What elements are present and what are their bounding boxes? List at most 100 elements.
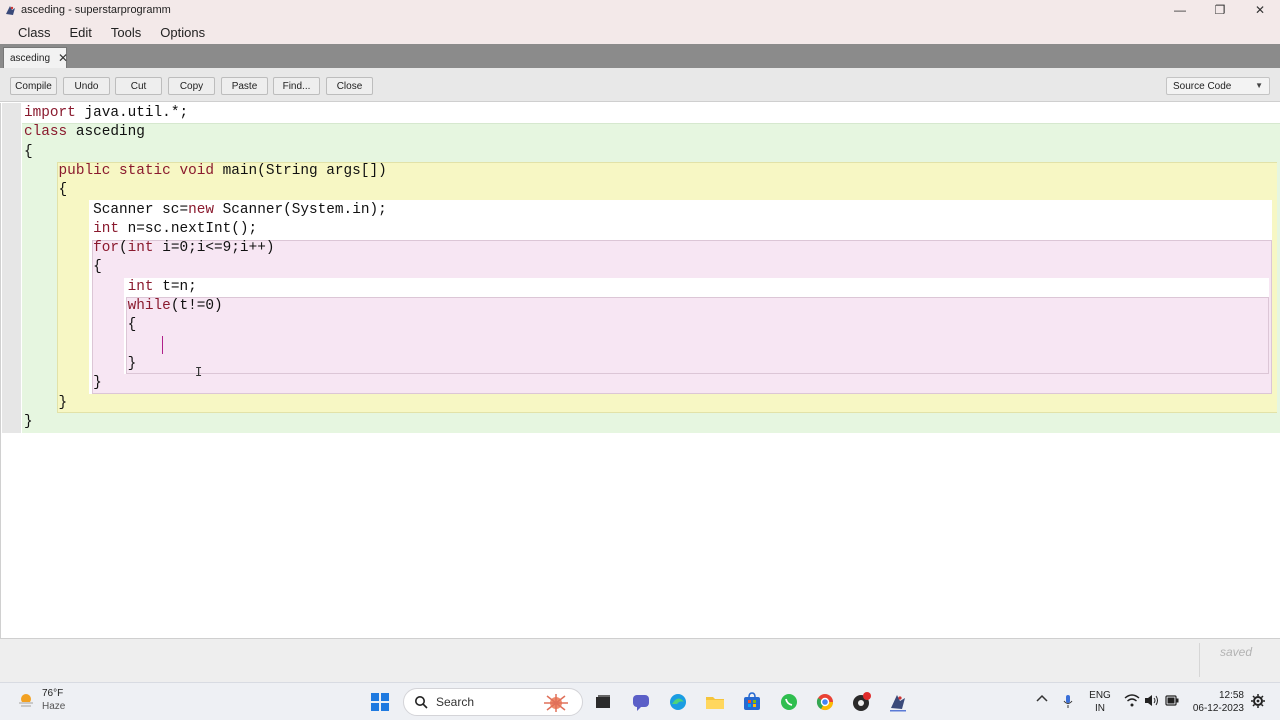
- teams-chat-icon[interactable]: [629, 690, 653, 714]
- edge-browser-icon[interactable]: [666, 690, 690, 714]
- wifi-icon[interactable]: [1124, 694, 1140, 707]
- windows-start-icon[interactable]: [368, 690, 392, 714]
- close-window-button[interactable]: ✕: [1240, 0, 1280, 20]
- code-line[interactable]: import java.util.*;: [24, 104, 188, 123]
- restore-button[interactable]: ❐: [1200, 0, 1240, 20]
- code-line[interactable]: {: [24, 316, 137, 335]
- bluej-app-icon: [3, 3, 17, 17]
- code-text: n=sc.nextInt();: [119, 220, 258, 237]
- code-line[interactable]: public static void main(String args[]): [24, 162, 387, 181]
- code-line[interactable]: {: [24, 181, 68, 200]
- code-text: i=0;i<=9;i++): [153, 240, 275, 257]
- close-button[interactable]: Close: [326, 77, 373, 95]
- code-keyword: int: [127, 240, 154, 257]
- code-text: t=n;: [153, 278, 197, 295]
- window-controls: — ❐ ✕: [1160, 0, 1280, 20]
- line-gutter[interactable]: [2, 103, 21, 433]
- lang-region: IN: [1095, 703, 1105, 714]
- find-button[interactable]: Find...: [273, 77, 320, 95]
- paste-button[interactable]: Paste: [221, 77, 268, 95]
- view-select[interactable]: Source Code ▼: [1166, 77, 1270, 95]
- tab-label: asceding: [10, 52, 51, 64]
- code-line[interactable]: }: [24, 374, 102, 393]
- undo-button[interactable]: Undo: [63, 77, 110, 95]
- code-editor[interactable]: import java.util.*; class asceding{ publi…: [0, 103, 1280, 638]
- task-view-icon[interactable]: [591, 690, 615, 714]
- code-keyword: for: [93, 240, 120, 257]
- tray-chevron-up-icon[interactable]: [1035, 694, 1049, 702]
- code-text: {: [24, 317, 137, 334]
- status-saved: saved: [1219, 645, 1252, 659]
- status-divider: [1199, 643, 1200, 677]
- weather-temp: 76°F: [42, 688, 64, 699]
- search-highlight-icon: [538, 692, 574, 717]
- code-line[interactable]: while(t!=0): [24, 297, 223, 316]
- menu-edit[interactable]: Edit: [62, 25, 100, 40]
- code-keyword: new: [188, 201, 215, 218]
- microphone-icon[interactable]: [1061, 694, 1075, 709]
- code-line[interactable]: Scanner sc=new Scanner(System.in);: [24, 201, 387, 220]
- code-keyword: public static void: [58, 162, 214, 179]
- menu-options[interactable]: Options: [152, 25, 213, 40]
- chrome-icon[interactable]: [813, 690, 837, 714]
- taskbar-clock[interactable]: 12:58 06-12-2023: [1186, 689, 1244, 715]
- tab-close-icon[interactable]: ✕: [58, 52, 68, 64]
- microsoft-store-icon[interactable]: [740, 690, 764, 714]
- windows-taskbar: 76°F Haze Search ENG IN 12:58 06-12-2023: [0, 682, 1280, 720]
- bluej-taskbar-icon[interactable]: [886, 690, 910, 714]
- code-line[interactable]: class asceding: [24, 123, 145, 142]
- scope-while-loop: [126, 297, 1269, 374]
- copy-button[interactable]: Copy: [168, 77, 215, 95]
- menu-class[interactable]: Class: [10, 25, 59, 40]
- code-text: java.util.*;: [75, 105, 189, 121]
- code-line[interactable]: int n=sc.nextInt();: [24, 220, 257, 239]
- code-text: Scanner(System.in);: [214, 201, 387, 218]
- clock-date: 06-12-2023: [1192, 703, 1244, 714]
- status-bar: saved: [0, 638, 1280, 682]
- window-title: asceding - superstarprogramm: [21, 4, 171, 16]
- whatsapp-icon[interactable]: [777, 690, 801, 714]
- code-line[interactable]: {: [24, 258, 102, 277]
- code-line[interactable]: {: [24, 143, 33, 162]
- chevron-down-icon: ▼: [1255, 81, 1263, 90]
- tab-asceding[interactable]: asceding ✕: [3, 47, 68, 68]
- code-line[interactable]: for(int i=0;i<=9;i++): [24, 239, 274, 258]
- weather-desc: Haze: [42, 701, 66, 712]
- code-text: }: [24, 394, 68, 411]
- code-keyword: int: [127, 278, 154, 295]
- battery-icon[interactable]: [1164, 694, 1180, 707]
- menu-tools[interactable]: Tools: [103, 25, 149, 40]
- notifications-gear-icon[interactable]: [1250, 694, 1266, 708]
- compile-button[interactable]: Compile: [10, 77, 57, 95]
- obs-recorder-icon[interactable]: [849, 690, 873, 714]
- language-indicator[interactable]: ENG IN: [1088, 689, 1112, 715]
- code-keyword: int: [93, 220, 120, 237]
- weather-widget[interactable]: 76°F Haze: [16, 687, 65, 713]
- code-line[interactable]: }: [24, 413, 33, 432]
- code-text: Scanner sc=: [24, 201, 189, 218]
- weather-haze-icon: [16, 690, 36, 710]
- lang-code: ENG: [1089, 690, 1111, 701]
- code-text: }: [24, 355, 137, 372]
- code-text: }: [24, 375, 102, 392]
- taskbar-search[interactable]: Search: [403, 688, 583, 716]
- minimize-button[interactable]: —: [1160, 0, 1200, 20]
- search-icon: [414, 695, 428, 709]
- code-text: main(String args[]): [214, 162, 387, 179]
- text-cursor: [162, 336, 163, 354]
- file-explorer-icon[interactable]: [703, 690, 727, 714]
- search-label: Search: [436, 695, 475, 709]
- clock-time: 12:58: [1218, 690, 1244, 701]
- volume-icon[interactable]: [1144, 694, 1160, 707]
- code-line[interactable]: }: [24, 394, 68, 413]
- view-select-value: Source Code: [1173, 80, 1232, 92]
- code-line[interactable]: int t=n;: [24, 278, 197, 297]
- cut-button[interactable]: Cut: [115, 77, 162, 95]
- code-text: (: [119, 240, 128, 257]
- tab-strip: asceding ✕: [0, 44, 1280, 68]
- title-bar: asceding - superstarprogramm — ❐ ✕: [0, 0, 1280, 20]
- code-line[interactable]: }: [24, 355, 137, 374]
